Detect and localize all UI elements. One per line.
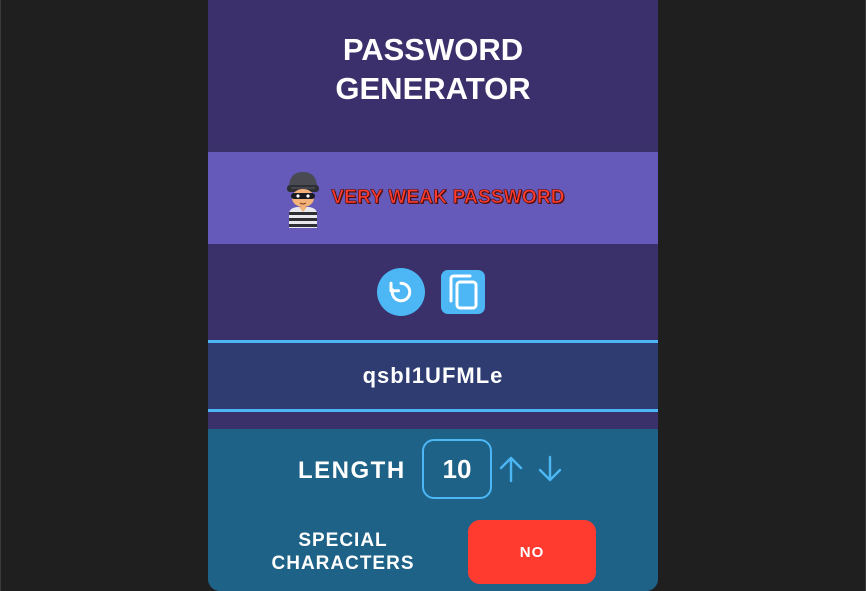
settings-panel: LENGTH 10 SPECIAL CHARACTERS NO bbox=[208, 429, 658, 591]
robber-avatar-icon bbox=[287, 172, 320, 228]
page-title: PASSWORD GENERATOR bbox=[303, 30, 563, 108]
copy-button[interactable] bbox=[441, 270, 485, 314]
special-characters-label: SPECIAL CHARACTERS bbox=[268, 529, 418, 575]
special-characters-toggle[interactable]: NO bbox=[468, 520, 596, 584]
header: PASSWORD GENERATOR bbox=[208, 0, 658, 140]
special-label-line-1: SPECIAL bbox=[298, 530, 388, 551]
window-edge-left bbox=[0, 0, 1, 591]
arrow-down-icon[interactable] bbox=[537, 455, 563, 483]
special-label-line-2: CHARACTERS bbox=[271, 553, 415, 574]
title-line-1: PASSWORD bbox=[342, 31, 524, 67]
length-label: LENGTH bbox=[298, 457, 406, 484]
strength-indicator: VERY WEAK PASSWORD bbox=[208, 152, 658, 244]
title-line-2: GENERATOR bbox=[335, 70, 531, 106]
copy-icon bbox=[449, 274, 478, 310]
length-input[interactable]: 10 bbox=[422, 439, 492, 499]
strength-label: VERY WEAK PASSWORD bbox=[331, 187, 565, 209]
action-bar bbox=[208, 244, 658, 340]
password-generator-card: PASSWORD GENERATOR VERY WEAK PASSWORD qs… bbox=[208, 0, 658, 591]
refresh-button[interactable] bbox=[377, 268, 425, 316]
password-text[interactable]: qsbI1UFMLe bbox=[363, 363, 504, 389]
password-display[interactable]: qsbI1UFMLe bbox=[208, 340, 658, 412]
refresh-icon bbox=[389, 281, 412, 303]
arrow-up-icon[interactable] bbox=[498, 455, 524, 483]
